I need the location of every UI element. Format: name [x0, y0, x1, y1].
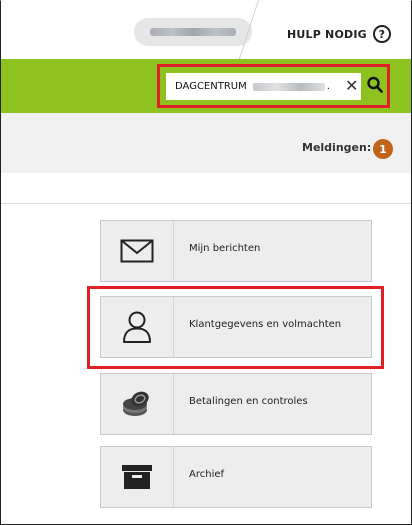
tile-highlight-box	[87, 286, 384, 369]
notifications-label[interactable]: Meldingen:	[302, 141, 371, 154]
tile-icon-wrap	[101, 447, 174, 507]
redacted-user-name	[150, 28, 236, 36]
help-label: HULP NODIG	[287, 27, 367, 41]
question-icon: ?	[372, 25, 391, 43]
tile-label: Betalingen en controles	[189, 396, 308, 407]
tile-label: Mijn berichten	[189, 243, 261, 254]
tile-mijn-berichten[interactable]: Mijn berichten	[100, 220, 372, 282]
redacted-search-text	[252, 82, 325, 91]
archive-box-icon	[122, 465, 152, 489]
clear-icon[interactable]: ✕	[345, 77, 358, 95]
help-button[interactable]: HULP NODIG ?	[287, 25, 391, 43]
section-divider	[1, 203, 411, 204]
tile-betalingen[interactable]: Betalingen en controles	[100, 373, 372, 435]
coins-icon	[123, 391, 149, 416]
tile-archief[interactable]: Archief	[100, 446, 372, 508]
search-value-text: DAGCENTRUM	[175, 81, 247, 92]
envelope-icon	[120, 239, 154, 263]
tile-icon-wrap	[101, 221, 174, 281]
notifications-count-badge[interactable]: 1	[373, 139, 393, 159]
search-value-ellipsis: .	[326, 81, 330, 92]
search-icon[interactable]	[367, 76, 383, 94]
search-input[interactable]: DAGCENTRUM .	[166, 73, 361, 100]
tile-icon-wrap	[101, 374, 174, 434]
user-account-button[interactable]	[134, 18, 252, 46]
tile-label: Archief	[189, 469, 225, 480]
